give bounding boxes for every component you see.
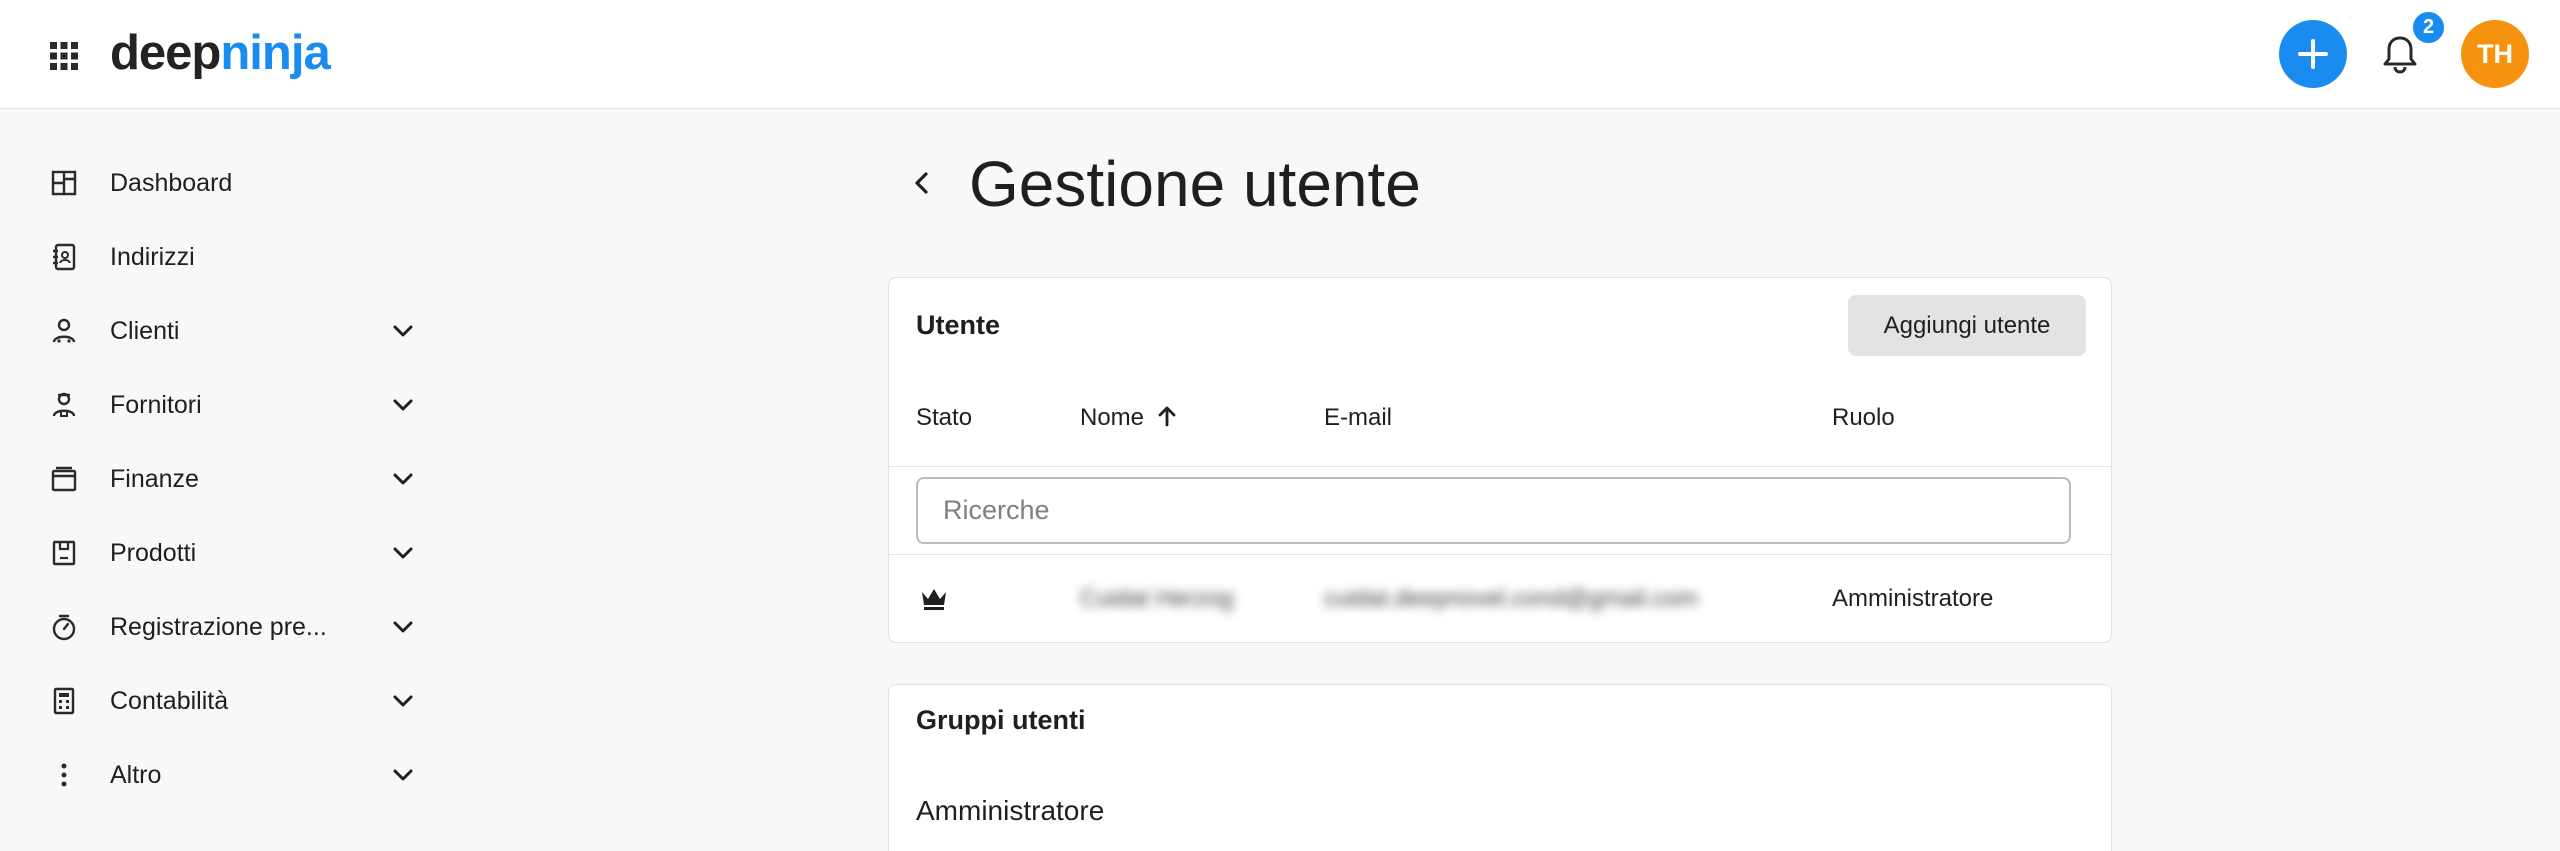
back-arrow-icon[interactable] [908,166,936,200]
chevron-down-icon [393,399,413,411]
calculator-icon [53,687,75,715]
sidebar-item-label: Indirizzi [110,243,195,271]
app-logo[interactable]: deepninja [110,22,331,84]
users-card-title: Utente [916,310,1001,340]
sidebar-item-dashboard[interactable]: Dashboard [0,152,440,212]
search-input[interactable] [916,477,2071,544]
more-vertical-icon [61,763,67,787]
sidebar-item-label: Dashboard [110,169,233,197]
chevron-down-icon [393,695,413,707]
chevron-down-icon [393,621,413,633]
user-role-cell: Amministratore [1832,585,1994,612]
logo-text-deep: deep [110,26,221,80]
user-groups-card-title: Gruppi utenti [916,705,1086,735]
plus-icon [2298,39,2328,69]
sidebar-item-contabilita[interactable]: Contabilità [0,670,440,730]
chevron-down-icon [393,473,413,485]
sidebar-item-label: Clienti [110,317,180,345]
dashboard-icon [51,170,77,196]
sidebar-item-clienti[interactable]: Clienti [0,300,440,360]
column-header-role[interactable]: Ruolo [1832,403,1895,433]
apps-grid-icon[interactable] [50,42,78,70]
user-name-cell: Cuidat Herzog [1080,585,1234,612]
sidebar-item-indirizzi[interactable]: Indirizzi [0,226,440,286]
column-header-name[interactable]: Nome [1080,403,1179,433]
sidebar-item-fornitori[interactable]: Fornitori [0,374,440,434]
list-item[interactable]: Amministratore [916,795,1104,827]
timer-icon [52,614,76,641]
sidebar-item-prodotti[interactable]: Prodotti [0,522,440,582]
user-email-cell: cuidat.deepnovel.cond@gmail.com [1324,585,1698,612]
sidebar-item-registrazione[interactable]: Registrazione pre... [0,596,440,656]
table-row[interactable]: Cuidat Herzog cuidat.deepnovel.cond@gmai… [889,555,2111,643]
sidebar-item-label: Finanze [110,465,199,493]
users-card: Utente Aggiungi utente Stato Nome E-mail… [888,277,2112,643]
top-header: deepninja 2 TH [0,0,2560,109]
logo-text-ninja: ninja [220,26,330,80]
add-user-button[interactable]: Aggiungi utente [1848,295,2086,356]
address-book-icon [53,243,76,271]
chevron-down-icon [393,547,413,559]
user-groups-card: Gruppi utenti Amministratore [888,684,2112,851]
notification-count-badge: 2 [2411,10,2446,45]
sidebar-item-label: Altro [110,761,162,789]
sidebar-item-altro[interactable]: Altro [0,744,440,804]
sort-ascending-arrow-icon [1158,406,1176,427]
column-header-name-label: Nome [1080,404,1145,431]
header-divider [889,466,2111,467]
page-title: Gestione utente [969,148,1421,220]
chevron-down-icon [393,769,413,781]
user-avatar[interactable]: TH [2461,20,2529,88]
sidebar-item-label: Registrazione pre... [110,613,327,641]
wallet-icon [51,466,77,492]
suppliers-icon [52,392,76,417]
column-header-status[interactable]: Stato [916,403,972,433]
sidebar-item-finanze[interactable]: Finanze [0,448,440,508]
sidebar-item-label: Contabilità [110,687,229,715]
crown-icon [922,589,946,610]
notifications-bell-icon[interactable] [2381,34,2419,74]
sidebar-item-label: Prodotti [110,539,197,567]
product-box-icon [52,540,76,566]
chevron-down-icon [393,325,413,337]
sidebar-item-label: Fornitori [110,391,202,419]
column-header-email[interactable]: E-mail [1324,403,1392,433]
create-new-button[interactable] [2279,20,2347,88]
customers-icon [52,318,76,343]
